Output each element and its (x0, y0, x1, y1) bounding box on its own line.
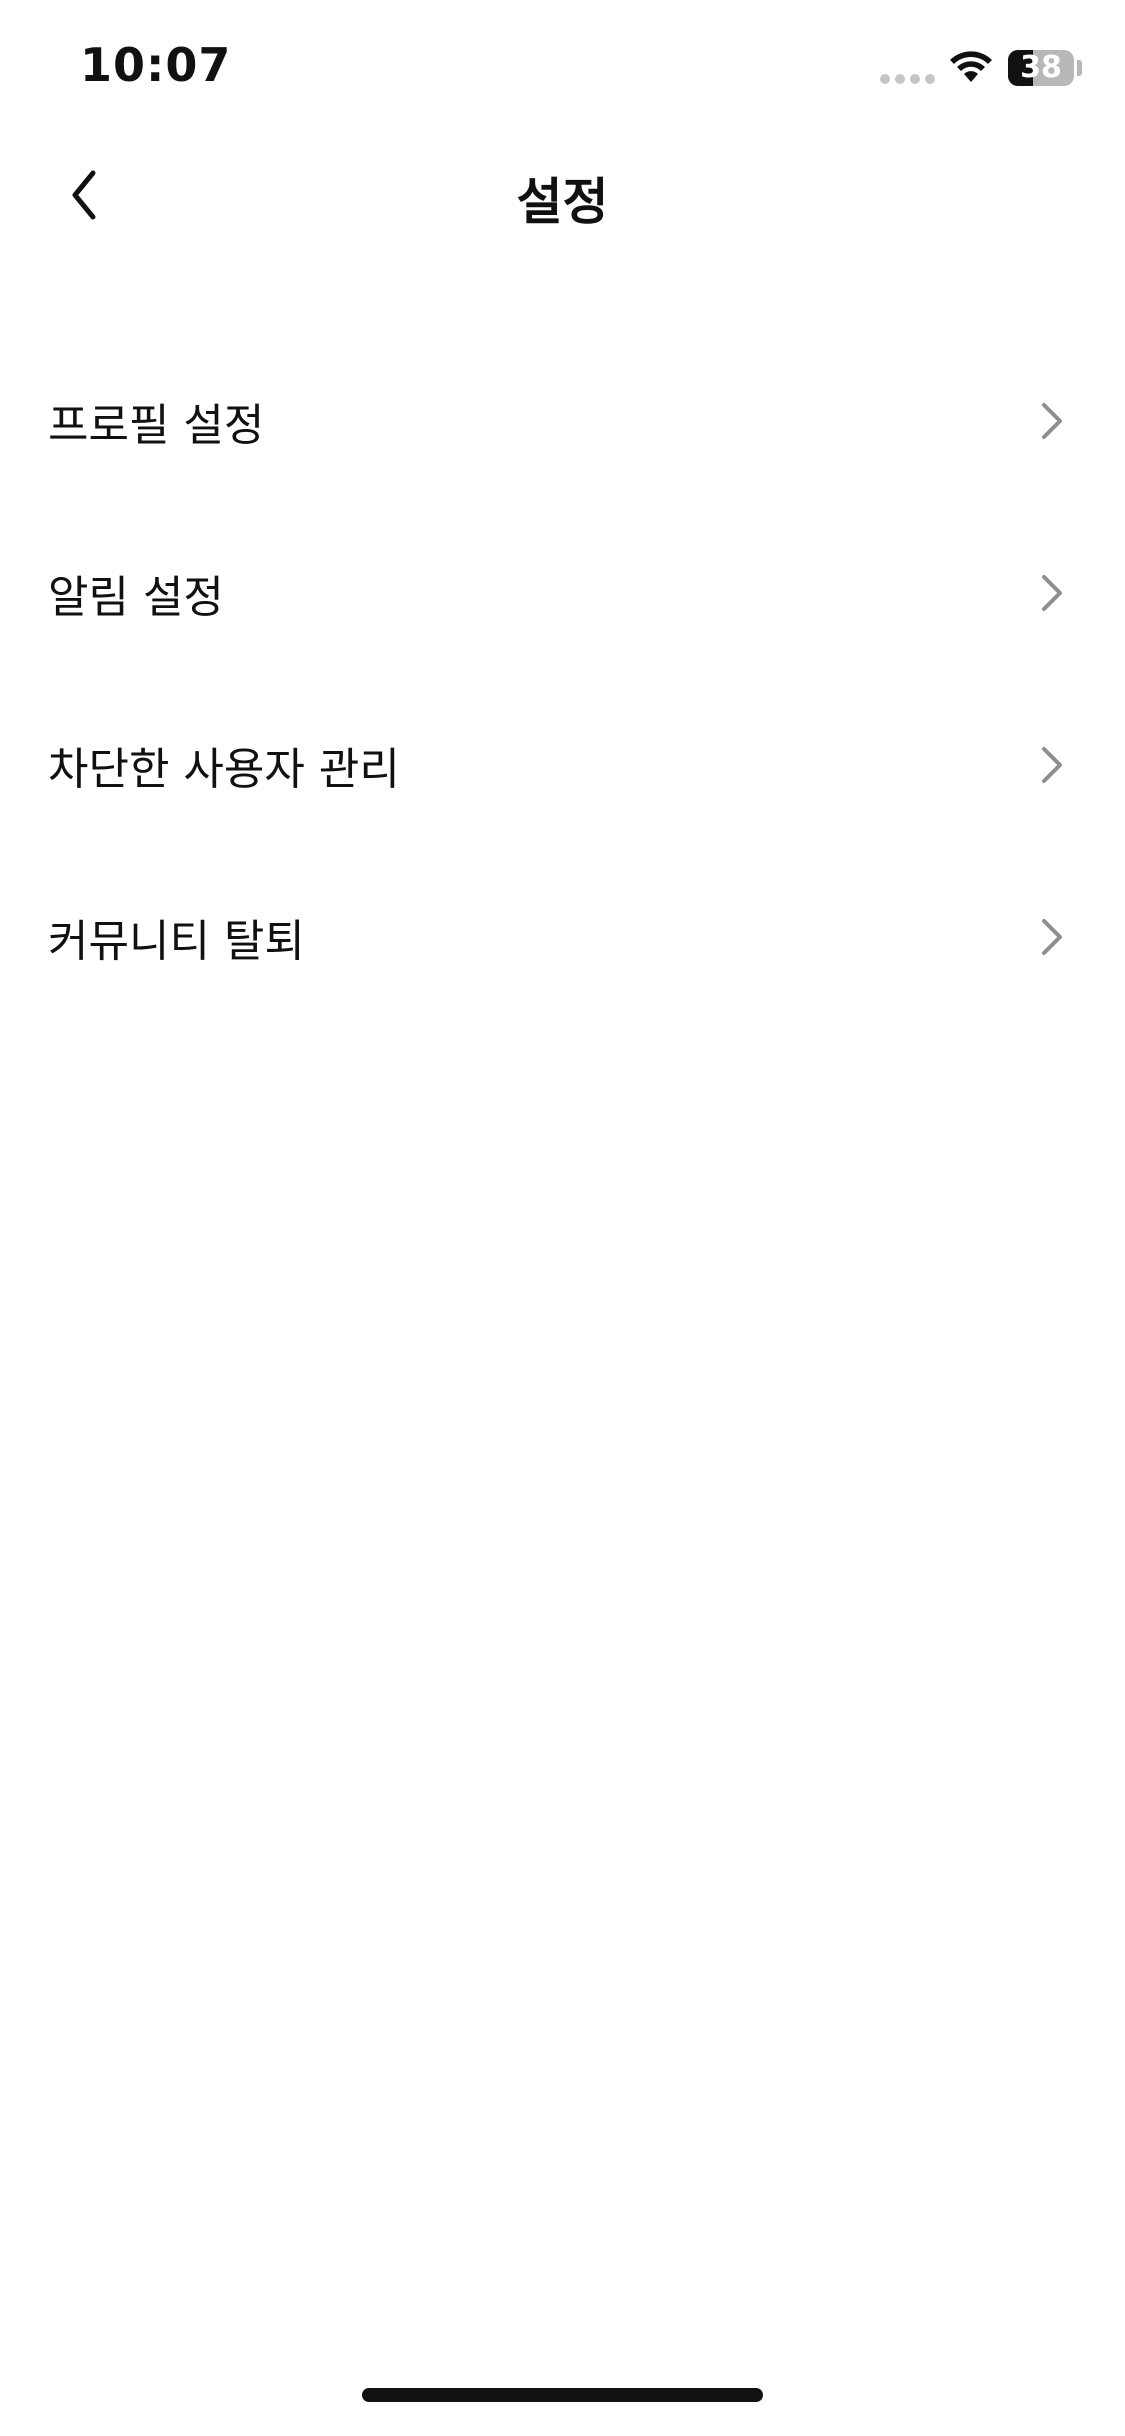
menu-item-blocked-users[interactable]: 차단한 사용자 관리 (0, 679, 1125, 851)
battery-cap (1077, 60, 1082, 76)
nav-bar: 설정 (0, 140, 1125, 250)
cellular-signal-icon (880, 74, 936, 84)
wifi-icon (950, 51, 992, 82)
home-indicator[interactable] (362, 2388, 763, 2402)
chevron-right-icon (1042, 403, 1062, 439)
chevron-right-icon (1042, 747, 1062, 783)
menu-item-profile-settings[interactable]: 프로필 설정 (0, 335, 1125, 507)
status-bar: 10:07 38 (0, 0, 1125, 140)
menu-item-label: 커뮤니티 탈퇴 (48, 916, 305, 967)
battery-icon: 38 (1008, 50, 1074, 86)
menu-item-label: 프로필 설정 (48, 400, 265, 451)
settings-menu-list: 프로필 설정 알림 설정 차단한 사용자 관리 커뮤니티 탈퇴 (0, 335, 1125, 1023)
menu-item-notification-settings[interactable]: 알림 설정 (0, 507, 1125, 679)
page-title: 설정 (516, 173, 609, 231)
status-time: 10:07 (80, 38, 232, 92)
battery-level: 38 (1020, 50, 1062, 85)
menu-item-leave-community[interactable]: 커뮤니티 탈퇴 (0, 851, 1125, 1023)
menu-item-label: 알림 설정 (48, 572, 224, 623)
menu-item-label: 차단한 사용자 관리 (48, 744, 400, 795)
chevron-right-icon (1042, 919, 1062, 955)
chevron-right-icon (1042, 575, 1062, 611)
